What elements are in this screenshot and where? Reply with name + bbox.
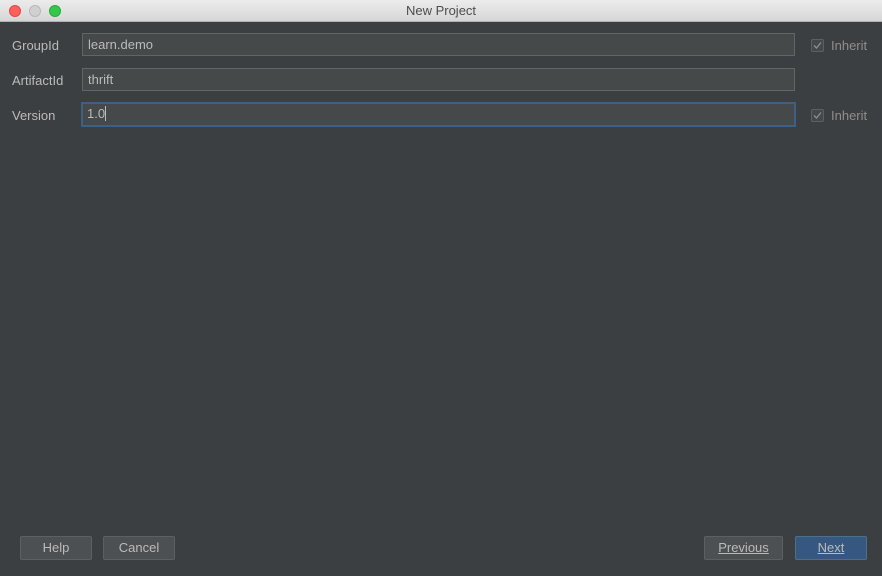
window-title: New Project [405, 3, 477, 18]
previous-button-label: Previous [718, 540, 769, 555]
group-id-label: GroupId [12, 38, 59, 53]
group-id-input[interactable]: learn.demo [82, 33, 795, 56]
artifact-id-value: thrift [88, 72, 114, 87]
next-button-label: Next [817, 540, 845, 555]
checkbox-box [811, 39, 824, 52]
checkmark-icon [813, 42, 822, 49]
help-button[interactable]: Help [20, 536, 92, 560]
group-id-inherit-label: Inherit [831, 38, 868, 53]
text-caret [105, 106, 107, 121]
cancel-button[interactable]: Cancel [103, 536, 175, 560]
checkmark-icon [813, 112, 822, 119]
group-id-value: learn.demo [88, 37, 154, 52]
version-input[interactable]: 1.0 [81, 102, 796, 127]
version-value: 1.0 [87, 106, 106, 121]
next-button[interactable]: Next [795, 536, 867, 560]
artifact-id-input[interactable]: thrift [82, 68, 795, 91]
checkbox-box [811, 109, 824, 122]
version-inherit-label: Inherit [831, 108, 868, 123]
title-bar: New Project [0, 0, 882, 22]
version-label: Version [12, 108, 56, 123]
previous-button[interactable]: Previous [704, 536, 783, 560]
artifact-id-label: ArtifactId [12, 73, 64, 88]
